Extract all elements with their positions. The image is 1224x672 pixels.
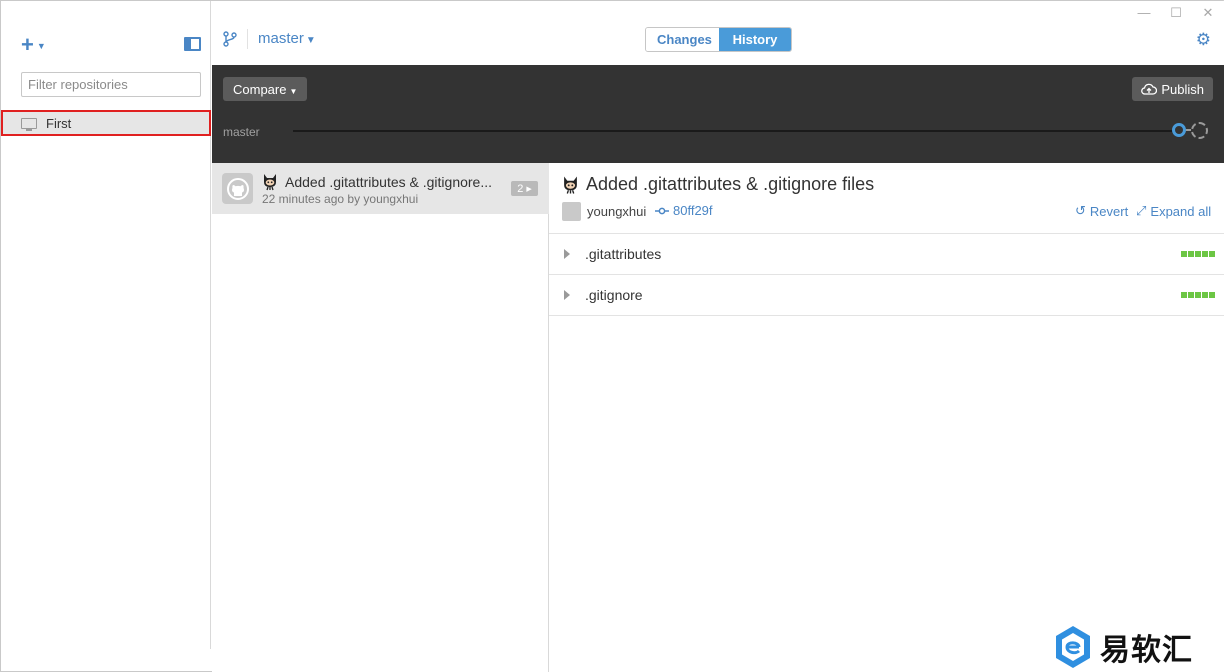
commit-detail-title: Added .gitattributes & .gitignore files (586, 174, 875, 194)
monitor-icon (21, 117, 37, 131)
commit-author: youngxhui (587, 204, 647, 219)
sidebar-item-first[interactable]: First (1, 110, 211, 136)
revert-label: Revert (1089, 203, 1129, 219)
octocat-icon (264, 174, 276, 191)
disclosure-triangle-icon[interactable] (564, 249, 570, 259)
expand-label: Expand all (1150, 203, 1212, 219)
diff-stat-bar (1181, 292, 1215, 298)
repo-label: First (46, 115, 72, 131)
sidebar: + ▼ First (1, 1, 211, 649)
tab-changes[interactable]: Changes (646, 28, 719, 51)
cloud-upload-icon (1141, 83, 1158, 95)
timeline-uncommitted-dot[interactable] (1191, 122, 1208, 139)
branch-name: master (258, 30, 304, 47)
gear-icon[interactable]: ⚙ (1196, 30, 1211, 50)
minimize-icon[interactable]: — (1128, 5, 1160, 21)
expand-icon: ⤢ (1136, 203, 1147, 218)
file-name: .gitignore (585, 287, 643, 303)
disclosure-triangle-icon[interactable] (564, 290, 570, 300)
list-item[interactable]: Added .gitattributes & .gitignore... 22 … (212, 163, 549, 214)
commit-timeline (293, 130, 1178, 132)
branch-icon (223, 31, 237, 47)
file-row-gitattributes[interactable]: .gitattributes (549, 233, 1224, 274)
branch-toolbar: Compare ▼ Publish master (212, 65, 1224, 163)
compare-label: Compare (233, 81, 287, 97)
branch-selector[interactable]: master ▼ (258, 30, 316, 47)
commit-title: Added .gitattributes & .gitignore... (285, 174, 493, 190)
commit-list: Added .gitattributes & .gitignore... 22 … (212, 163, 549, 672)
watermark-logo-icon (1056, 626, 1090, 668)
watermark: 易软汇 (1054, 625, 1193, 669)
commit-detail-title-line: Added .gitattributes & .gitignore files (562, 174, 874, 195)
undo-icon: ↺ (1075, 203, 1086, 218)
file-count: 2 (517, 182, 524, 195)
commit-title-line: Added .gitattributes & .gitignore... (262, 173, 507, 191)
view-tabs: Changes History (645, 27, 792, 52)
top-bar: master ▼ Changes History — ☐ ✕ ⚙ (212, 1, 1224, 65)
close-icon[interactable]: ✕ (1192, 5, 1224, 21)
chevron-down-icon: ▼ (36, 41, 46, 51)
commit-icon (655, 207, 669, 215)
commit-detail: Added .gitattributes & .gitignore files … (549, 163, 1224, 672)
expand-all-button[interactable]: ⤢ Expand all (1136, 203, 1211, 219)
plus-icon: + (21, 32, 34, 57)
filter-repositories-input[interactable] (21, 72, 201, 97)
octocat-icon (564, 176, 577, 194)
toggle-sidebar-icon[interactable] (184, 37, 201, 51)
publish-button[interactable]: Publish (1132, 77, 1213, 101)
commit-sha-link[interactable]: 80ff29f (673, 203, 713, 218)
file-row-gitignore[interactable]: .gitignore (549, 274, 1224, 315)
chevron-down-icon: ▼ (289, 86, 298, 96)
window-controls: — ☐ ✕ (1128, 5, 1224, 21)
github-icon (226, 177, 249, 200)
divider (247, 29, 248, 49)
file-name: .gitattributes (585, 246, 662, 262)
divider (549, 315, 1224, 316)
add-repository-button[interactable]: + ▼ (21, 32, 46, 57)
revert-button[interactable]: ↺ Revert (1075, 203, 1128, 219)
watermark-text: 易软汇 (1100, 633, 1193, 668)
commit-meta: 22 minutes ago by youngxhui (262, 192, 419, 206)
app-window: + ▼ First master▼ Changes History — ☐ ✕ (0, 0, 1224, 672)
publish-label: Publish (1161, 81, 1204, 97)
maximize-icon[interactable]: ☐ (1160, 5, 1192, 21)
branch-track-label: master (223, 125, 260, 139)
diff-stat-bar (1181, 251, 1215, 257)
chevron-down-icon: ▼ (305, 35, 316, 46)
avatar (562, 202, 581, 221)
compare-button[interactable]: Compare ▼ (223, 77, 308, 101)
tab-history[interactable]: History (719, 28, 791, 51)
avatar (222, 173, 253, 204)
timeline-commit-dot[interactable] (1172, 123, 1186, 137)
file-count-badge: 2 ▶ (511, 181, 538, 196)
chevron-right-icon: ▶ (526, 185, 532, 193)
